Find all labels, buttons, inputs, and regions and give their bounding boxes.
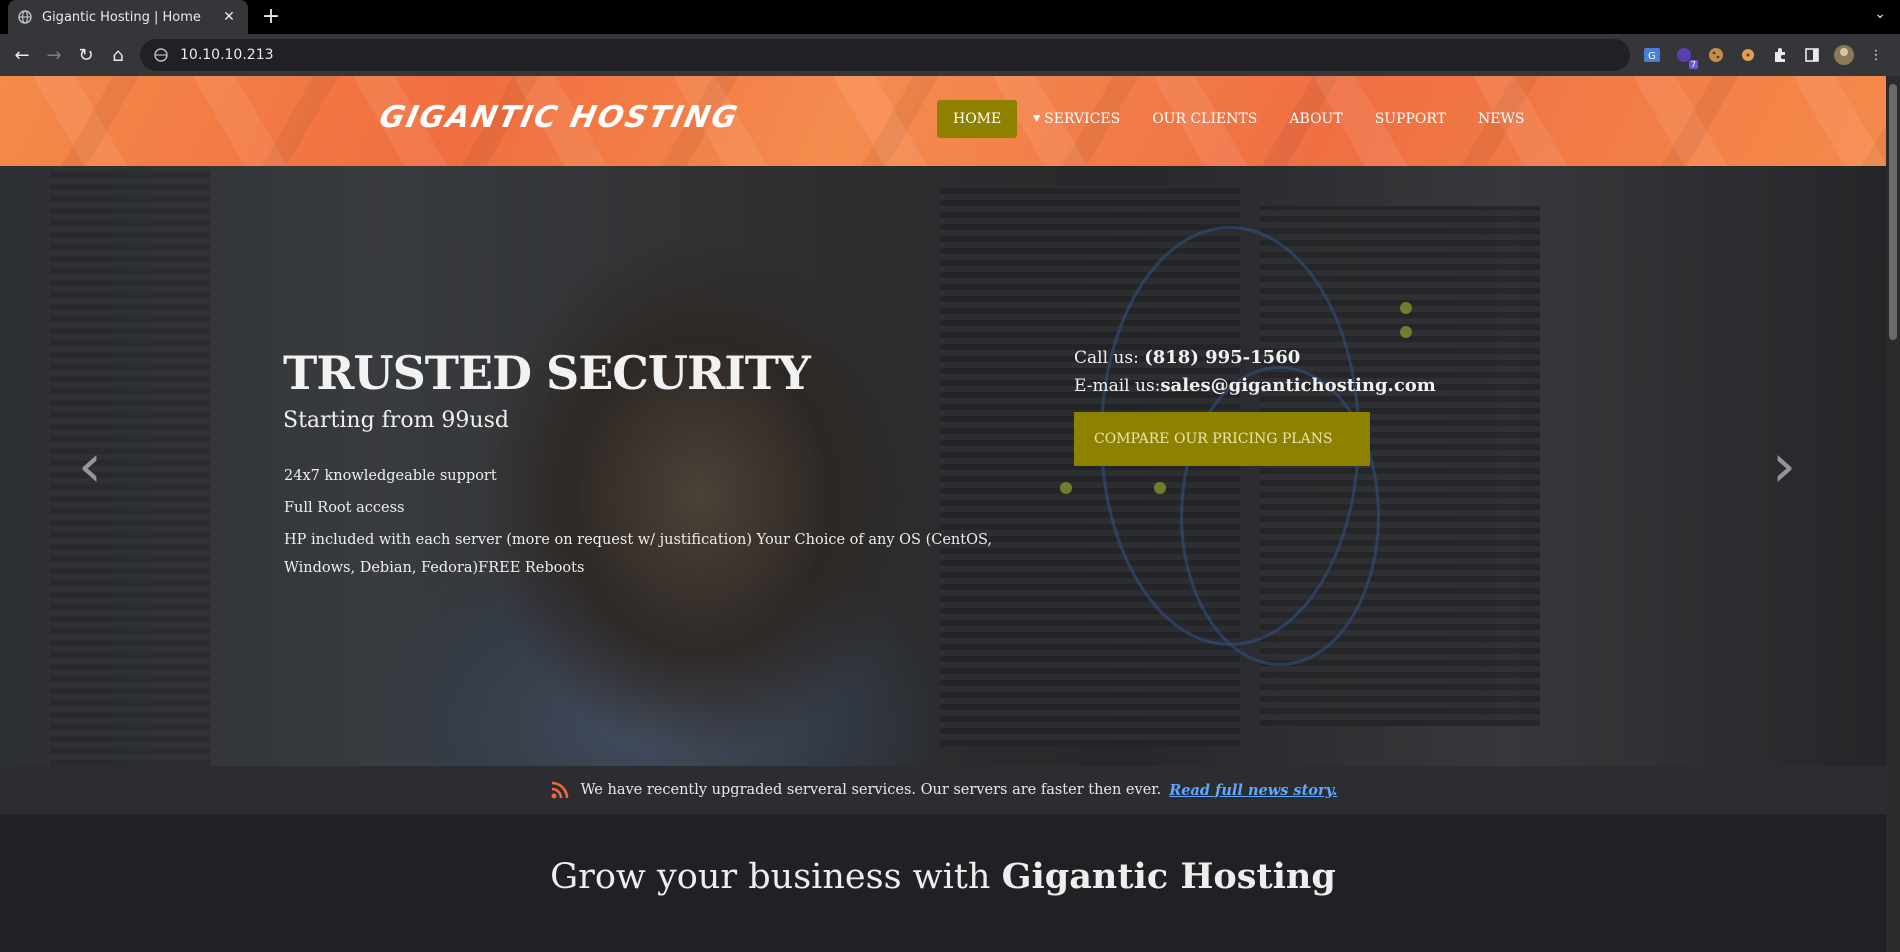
back-icon[interactable]: ← xyxy=(6,39,38,71)
hero-subtitle: Starting from 99usd xyxy=(283,408,509,433)
carousel-prev-icon[interactable]: ‹ xyxy=(78,436,102,496)
grow-brand: Gigantic Hosting xyxy=(1001,856,1336,897)
compare-pricing-button[interactable]: COMPARE OUR PRICING PLANS xyxy=(1074,412,1370,466)
feature-item: Full Root access xyxy=(284,500,405,516)
close-tab-icon[interactable]: ✕ xyxy=(220,9,238,25)
nav-services-label: SERVICES xyxy=(1044,111,1121,127)
web-page: GIGANTIC HOSTING HOME ▼ SERVICES OUR CLIE… xyxy=(0,76,1886,952)
kebab-menu-icon[interactable]: ⋮ xyxy=(1864,43,1888,67)
extensions-area: G 7 ⋮ xyxy=(1640,34,1888,76)
browser-chrome: Gigantic Hosting | Home ✕ + ⌄ ← → ↻ ⌂ 10… xyxy=(0,0,1900,76)
reload-icon[interactable]: ↻ xyxy=(70,39,102,71)
profile-avatar[interactable] xyxy=(1832,43,1856,67)
carousel-next-icon[interactable]: › xyxy=(1772,436,1796,496)
call-label: Call us: xyxy=(1074,348,1139,368)
hero-title: TRUSTED SECURITY xyxy=(283,346,811,400)
scrollbar-thumb[interactable] xyxy=(1889,84,1897,340)
nav-support[interactable]: SUPPORT xyxy=(1359,100,1462,138)
grow-section: Grow your business with Gigantic Hosting xyxy=(0,814,1886,952)
grow-heading: Grow your business with Gigantic Hosting xyxy=(0,856,1886,897)
browser-toolbar: ← → ↻ ⌂ 10.10.10.213 G 7 ⋮ xyxy=(0,34,1900,76)
extension-badge: 7 xyxy=(1688,60,1698,69)
browser-tab[interactable]: Gigantic Hosting | Home ✕ xyxy=(8,0,248,34)
forward-icon[interactable]: → xyxy=(38,39,70,71)
nav-services[interactable]: ▼ SERVICES xyxy=(1017,100,1136,138)
cookie-editor-icon[interactable] xyxy=(1736,43,1760,67)
tab-search-icon[interactable]: ⌄ xyxy=(1874,6,1886,22)
page-scrollbar[interactable] xyxy=(1886,76,1900,952)
contact-info: Call us: (818) 995-1560 E-mail us:sales@… xyxy=(1074,344,1436,400)
hero-features: 24x7 knowledgeable support Full Root acc… xyxy=(284,460,1014,582)
hero-content: TRUSTED SECURITY Starting from 99usd 24x… xyxy=(0,166,1886,766)
translate-extension-icon[interactable]: G xyxy=(1640,43,1664,67)
news-text: We have recently upgraded serveral servi… xyxy=(580,782,1162,798)
wallet-extension-icon[interactable]: 7 xyxy=(1672,43,1698,69)
nav-our-clients[interactable]: OUR CLIENTS xyxy=(1136,100,1273,138)
feature-item: HP included with each server (more on re… xyxy=(284,532,992,576)
feature-item: 24x7 knowledgeable support xyxy=(284,468,497,484)
svg-text:G: G xyxy=(1648,51,1656,62)
nav-news[interactable]: NEWS xyxy=(1462,100,1540,138)
nav-home[interactable]: HOME xyxy=(937,100,1018,138)
tab-strip: Gigantic Hosting | Home ✕ + ⌄ xyxy=(0,0,1900,34)
site-logo[interactable]: GIGANTIC HOSTING xyxy=(376,100,742,135)
side-panel-icon[interactable] xyxy=(1800,43,1824,67)
hero-carousel: TRUSTED SECURITY Starting from 99usd 24x… xyxy=(0,166,1886,766)
read-news-link[interactable]: Read full news story. xyxy=(1169,782,1337,799)
site-info-icon[interactable] xyxy=(154,48,168,62)
main-nav: HOME ▼ SERVICES OUR CLIENTS ABOUT SUPPORT… xyxy=(937,100,1540,138)
globe-icon xyxy=(18,10,32,24)
email-address[interactable]: sales@gigantichosting.com xyxy=(1160,375,1435,396)
email-label: E-mail us: xyxy=(1074,376,1161,396)
url-text: 10.10.10.213 xyxy=(180,47,274,63)
news-ticker: We have recently upgraded serveral servi… xyxy=(0,766,1886,814)
puzzle-icon[interactable] xyxy=(1768,43,1792,67)
tab-title: Gigantic Hosting | Home xyxy=(42,9,201,25)
phone-number: (818) 995-1560 xyxy=(1144,347,1301,368)
address-bar[interactable]: 10.10.10.213 xyxy=(140,39,1630,71)
cookie-extension-icon[interactable] xyxy=(1704,43,1728,67)
new-tab-button[interactable]: + xyxy=(258,4,284,30)
caret-down-icon: ▼ xyxy=(1033,114,1041,124)
nav-about[interactable]: ABOUT xyxy=(1273,100,1358,138)
home-icon[interactable]: ⌂ xyxy=(102,39,134,71)
rss-icon xyxy=(549,779,571,801)
site-header: GIGANTIC HOSTING HOME ▼ SERVICES OUR CLIE… xyxy=(0,76,1886,166)
grow-prefix: Grow your business with xyxy=(550,857,991,897)
